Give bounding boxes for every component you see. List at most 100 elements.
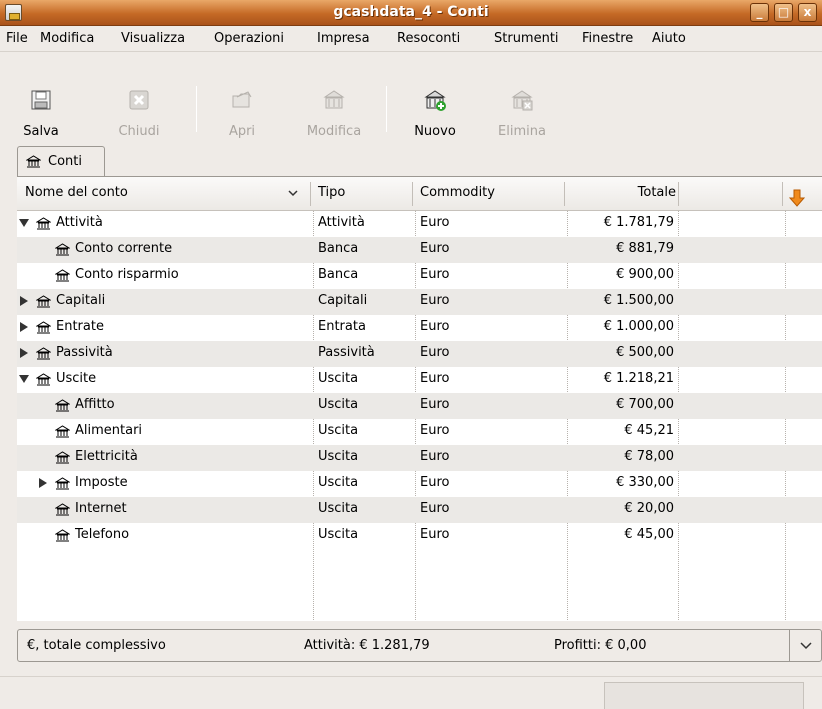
chevron-down-icon [800,642,812,650]
menu-impresa[interactable]: Impresa [317,31,370,46]
account-row[interactable]: Imposte Uscita Euro € 330,00 [17,471,822,497]
account-total: € 45,00 [624,527,674,542]
account-row[interactable]: Passività Passività Euro € 500,00 [17,341,822,367]
account-commodity: Euro [420,449,450,464]
account-row[interactable]: Affitto Uscita Euro € 700,00 [17,393,822,419]
maximize-button[interactable]: □ [774,3,793,22]
menu-aiuto[interactable]: Aiuto [652,31,686,46]
close-label: Chiudi [118,124,160,139]
account-row[interactable]: Conto corrente Banca Euro € 881,79 [17,237,822,263]
account-name: Elettricità [75,449,138,464]
account-type: Entrata [318,319,366,334]
column-header-commodity[interactable]: Commodity [420,177,495,211]
column-header-total[interactable]: Totale [572,177,676,211]
save-icon [31,90,51,110]
summary-bar: €, totale complessivo Attività: € 1.281,… [17,629,822,662]
account-type: Uscita [318,527,359,542]
bank-icon [26,155,41,168]
expander-open-icon[interactable] [19,219,29,227]
toolbar-separator-2 [386,86,387,132]
account-type: Uscita [318,449,359,464]
menu-file[interactable]: File [6,31,28,46]
account-name: Alimentari [75,423,143,438]
delete-account-icon [511,90,533,111]
expander-open-icon[interactable] [19,375,29,383]
account-name: Affitto [75,397,115,412]
bank-icon [35,295,52,308]
account-row[interactable]: Elettricità Uscita Euro € 78,00 [17,445,822,471]
account-total: € 1.781,79 [603,215,674,230]
column-header-name[interactable]: Nome del conto [25,177,128,211]
minimize-button[interactable]: _ [750,3,769,22]
column-header-type[interactable]: Tipo [318,177,345,211]
column-selector-arrow-icon[interactable] [788,180,806,214]
expander-closed-icon[interactable] [20,322,28,332]
menu-operazioni[interactable]: Operazioni [214,31,284,46]
bank-icon [54,503,71,516]
account-commodity: Euro [420,293,450,308]
menu-resoconti[interactable]: Resoconti [397,31,460,46]
account-type: Banca [318,267,359,282]
account-total: € 20,00 [624,501,674,516]
bank-icon [54,529,71,542]
menu-bar: File Modifica Visualizza Operazioni Impr… [0,26,822,52]
delete-account-button[interactable]: Elimina [484,86,560,146]
account-commodity: Euro [420,475,450,490]
summary-label: €, totale complessivo [27,638,166,653]
menu-strumenti[interactable]: Strumenti [494,31,559,46]
account-type: Uscita [318,501,359,516]
column-separator [678,182,679,206]
summary-dropdown-button[interactable] [789,630,821,661]
expander-closed-icon[interactable] [39,478,47,488]
account-type: Attività [318,215,365,230]
bank-icon [54,269,71,282]
menu-finestre[interactable]: Finestre [582,31,633,46]
toolbar-separator [196,86,197,132]
account-name: Attività [56,215,103,230]
account-commodity: Euro [420,215,450,230]
account-row[interactable]: Attività Attività Euro € 1.781,79 [17,211,822,237]
account-commodity: Euro [420,267,450,282]
account-type: Uscita [318,397,359,412]
account-row[interactable]: Entrate Entrata Euro € 1.000,00 [17,315,822,341]
close-button[interactable]: x [798,3,817,22]
expander-closed-icon[interactable] [20,296,28,306]
bank-icon [35,373,52,386]
account-total: € 500,00 [616,345,674,360]
account-commodity: Euro [420,345,450,360]
account-row[interactable]: Conto risparmio Banca Euro € 900,00 [17,263,822,289]
title-bar: gcashdata_4 - Conti _ □ x [0,0,822,26]
account-row[interactable]: Alimentari Uscita Euro € 45,21 [17,419,822,445]
expander-closed-icon[interactable] [20,348,28,358]
account-name: Telefono [75,527,130,542]
summary-assets: Attività: € 1.281,79 [304,638,430,653]
menu-visualizza[interactable]: Visualizza [121,31,185,46]
account-tree[interactable]: Nome del conto Tipo Commodity Totale Att… [17,176,822,621]
account-row[interactable]: Capitali Capitali Euro € 1.500,00 [17,289,822,315]
edit-account-icon [323,90,345,109]
edit-account-button[interactable]: Modifica [296,86,372,146]
account-total: € 1.500,00 [603,293,674,308]
save-button[interactable]: Salva [8,86,74,146]
tab-label: Conti [48,154,82,169]
column-header-row: Nome del conto Tipo Commodity Totale [17,177,822,211]
account-name: Imposte [75,475,128,490]
sort-chevron-icon[interactable] [287,179,299,213]
account-total: € 700,00 [616,397,674,412]
account-commodity: Euro [420,241,450,256]
account-row[interactable]: Internet Uscita Euro € 20,00 [17,497,822,523]
close-icon [129,90,149,110]
bank-icon [54,477,71,490]
close-tab-button[interactable]: Chiudi [106,86,172,146]
account-commodity: Euro [420,527,450,542]
tab-conti[interactable]: Conti [17,146,105,176]
account-row[interactable]: Telefono Uscita Euro € 45,00 [17,523,822,549]
open-label: Apri [228,124,256,139]
new-account-button[interactable]: Nuovo [404,86,466,146]
menu-modifica[interactable]: Modifica [40,31,94,46]
open-button[interactable]: Apri [212,86,272,146]
new-account-label: Nuovo [414,124,456,139]
column-separator [310,182,311,206]
account-row[interactable]: Uscite Uscita Euro € 1.218,21 [17,367,822,393]
account-type: Banca [318,241,359,256]
